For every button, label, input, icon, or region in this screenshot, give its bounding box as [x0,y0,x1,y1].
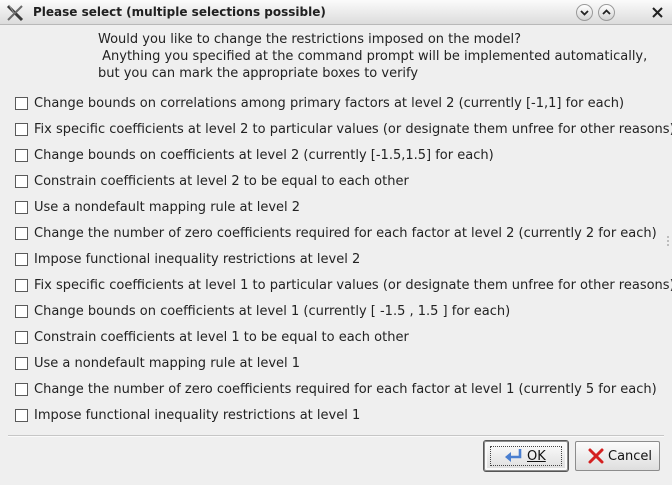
option-label: Constrain coefficients at level 2 to be … [34,174,409,189]
red-x-icon [588,448,604,464]
prompt-line-1: Would you like to change the restriction… [98,32,521,47]
option-label: Change bounds on coefficients at level 1… [34,304,511,319]
checkbox[interactable] [15,149,28,162]
title-bar[interactable]: Please select (multiple selections possi… [0,0,672,25]
chevron-down-icon [580,10,589,16]
option-row[interactable]: Change the number of zero coefficients r… [15,222,665,248]
divider [8,435,664,437]
option-label: Change the number of zero coefficients r… [34,382,657,397]
cancel-label: Cancel [608,449,653,464]
option-row[interactable]: Change bounds on correlations among prim… [15,92,665,118]
option-row[interactable]: Fix specific coefficients at level 1 to … [15,274,672,300]
option-label: Change bounds on correlations among prim… [34,96,625,111]
maximize-button[interactable] [598,4,615,21]
checkbox[interactable] [15,201,28,214]
checkbox[interactable] [15,331,28,344]
minimize-button[interactable] [576,4,593,21]
checkbox[interactable] [15,383,28,396]
checkbox[interactable] [15,305,28,318]
x-logo-icon[interactable] [6,4,24,22]
option-row[interactable]: Constrain coefficients at level 1 to be … [15,326,665,352]
focus-indicator [490,446,562,466]
prompt-line-3: but you can mark the appropriate boxes t… [98,66,419,81]
option-row[interactable]: Impose functional inequality restriction… [15,404,665,430]
checkbox[interactable] [15,279,28,292]
option-row[interactable]: Use a nondefault mapping rule at level 2 [15,196,665,222]
option-label: Constrain coefficients at level 1 to be … [34,330,409,345]
prompt-line-2: Anything you specified at the command pr… [98,49,648,64]
option-label: Use a nondefault mapping rule at level 2 [34,200,301,215]
option-row[interactable]: Use a nondefault mapping rule at level 1 [15,352,665,378]
option-row[interactable]: Change bounds on coefficients at level 1… [15,300,665,326]
chevron-up-icon [602,9,611,15]
option-row[interactable]: Change the number of zero coefficients r… [15,378,665,404]
option-row[interactable]: Constrain coefficients at level 2 to be … [15,170,665,196]
option-label: Change bounds on coefficients at level 2… [34,148,494,163]
ok-label: OK [527,449,546,464]
checkbox[interactable] [15,97,28,110]
checkbox[interactable] [15,175,28,188]
option-label: Impose functional inequality restriction… [34,408,361,423]
checkbox[interactable] [15,227,28,240]
resize-grip[interactable] [667,236,670,248]
prompt-text: Would you like to change the restriction… [98,31,647,82]
option-row[interactable]: Change bounds on coefficients at level 2… [15,144,665,170]
arrow-left-return-icon [505,449,522,462]
ok-button[interactable]: OK [484,441,568,471]
window-title: Please select (multiple selections possi… [33,5,326,19]
checkbox[interactable] [15,123,28,136]
close-icon[interactable] [650,5,665,20]
option-label: Impose functional inequality restriction… [34,252,361,267]
option-label: Fix specific coefficients at level 2 to … [34,122,672,137]
option-row[interactable]: Fix specific coefficients at level 2 to … [15,118,672,144]
option-row[interactable]: Impose functional inequality restriction… [15,248,665,274]
option-label: Fix specific coefficients at level 1 to … [34,278,672,293]
cancel-button[interactable]: Cancel [575,441,660,471]
checkbox[interactable] [15,409,28,422]
checkbox[interactable] [15,357,28,370]
option-label: Change the number of zero coefficients r… [34,226,657,241]
option-label: Use a nondefault mapping rule at level 1 [34,356,301,371]
checkbox[interactable] [15,253,28,266]
